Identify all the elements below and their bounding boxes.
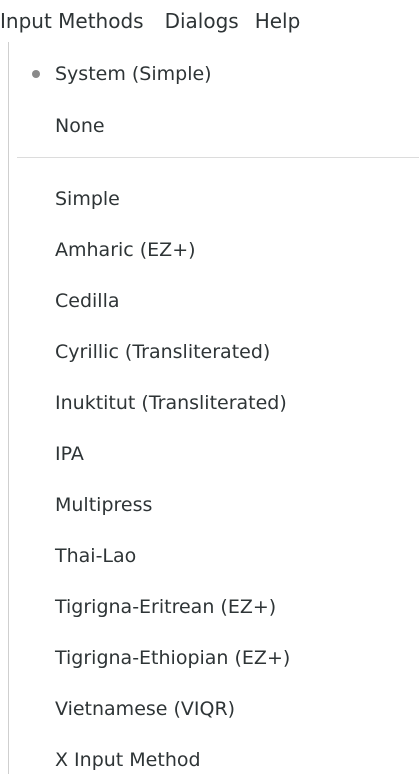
menu-item-label: Vietnamese (VIQR): [55, 698, 236, 720]
menu-item-label: Tigrigna-Eritrean (EZ+): [55, 596, 277, 618]
menu-item-label: Simple: [55, 188, 120, 210]
menu-item-label: X Input Method: [55, 749, 201, 771]
menu-item-label: Tigrigna-Ethiopian (EZ+): [55, 647, 291, 669]
menu-item-cedilla[interactable]: Cedilla: [9, 280, 411, 322]
menu-item-label: IPA: [55, 443, 84, 465]
menu-item-label: Inuktitut (Transliterated): [55, 392, 287, 414]
menu-separator: [17, 157, 419, 158]
menu-item-tigrigna-eritrean[interactable]: Tigrigna-Eritrean (EZ+): [9, 586, 411, 628]
menu-bar: Input Methods Dialogs Help: [0, 0, 419, 42]
menu-item-inuktitut[interactable]: Inuktitut (Transliterated): [9, 382, 411, 424]
menu-item-label: Multipress: [55, 494, 153, 516]
menu-item-x-input-method[interactable]: X Input Method: [9, 739, 411, 781]
menu-item-label: Amharic (EZ+): [55, 239, 196, 261]
menu-input-methods[interactable]: Input Methods: [0, 0, 153, 42]
menu-item-amharic[interactable]: Amharic (EZ+): [9, 229, 411, 271]
menu-help-label: Help: [254, 9, 301, 33]
input-methods-dropdown: System (Simple) None Simple Amharic (EZ+…: [8, 42, 419, 774]
menu-item-vietnamese[interactable]: Vietnamese (VIQR): [9, 688, 411, 730]
radio-selected-icon: [32, 70, 40, 78]
menu-item-label: System (Simple): [55, 63, 212, 85]
menu-item-thai-lao[interactable]: Thai-Lao: [9, 535, 411, 577]
menu-item-label: Thai-Lao: [55, 545, 137, 567]
menu-item-label: Cedilla: [55, 290, 120, 312]
menu-item-cyrillic[interactable]: Cyrillic (Transliterated): [9, 331, 411, 373]
menu-item-multipress[interactable]: Multipress: [9, 484, 411, 526]
menu-item-none[interactable]: None: [9, 105, 411, 147]
menu-dialogs-label: Dialogs: [164, 9, 239, 33]
menu-item-label: None: [55, 115, 105, 137]
menu-item-ipa[interactable]: IPA: [9, 433, 411, 475]
menu-item-tigrigna-ethiopian[interactable]: Tigrigna-Ethiopian (EZ+): [9, 637, 411, 679]
menu-dialogs[interactable]: Dialogs: [153, 0, 247, 42]
menu-item-simple[interactable]: Simple: [9, 178, 411, 220]
menu-item-system-simple[interactable]: System (Simple): [9, 53, 411, 95]
menu-input-methods-label: Input Methods: [0, 9, 144, 33]
menu-item-label: Cyrillic (Transliterated): [55, 341, 271, 363]
menu-help[interactable]: Help: [247, 0, 309, 42]
